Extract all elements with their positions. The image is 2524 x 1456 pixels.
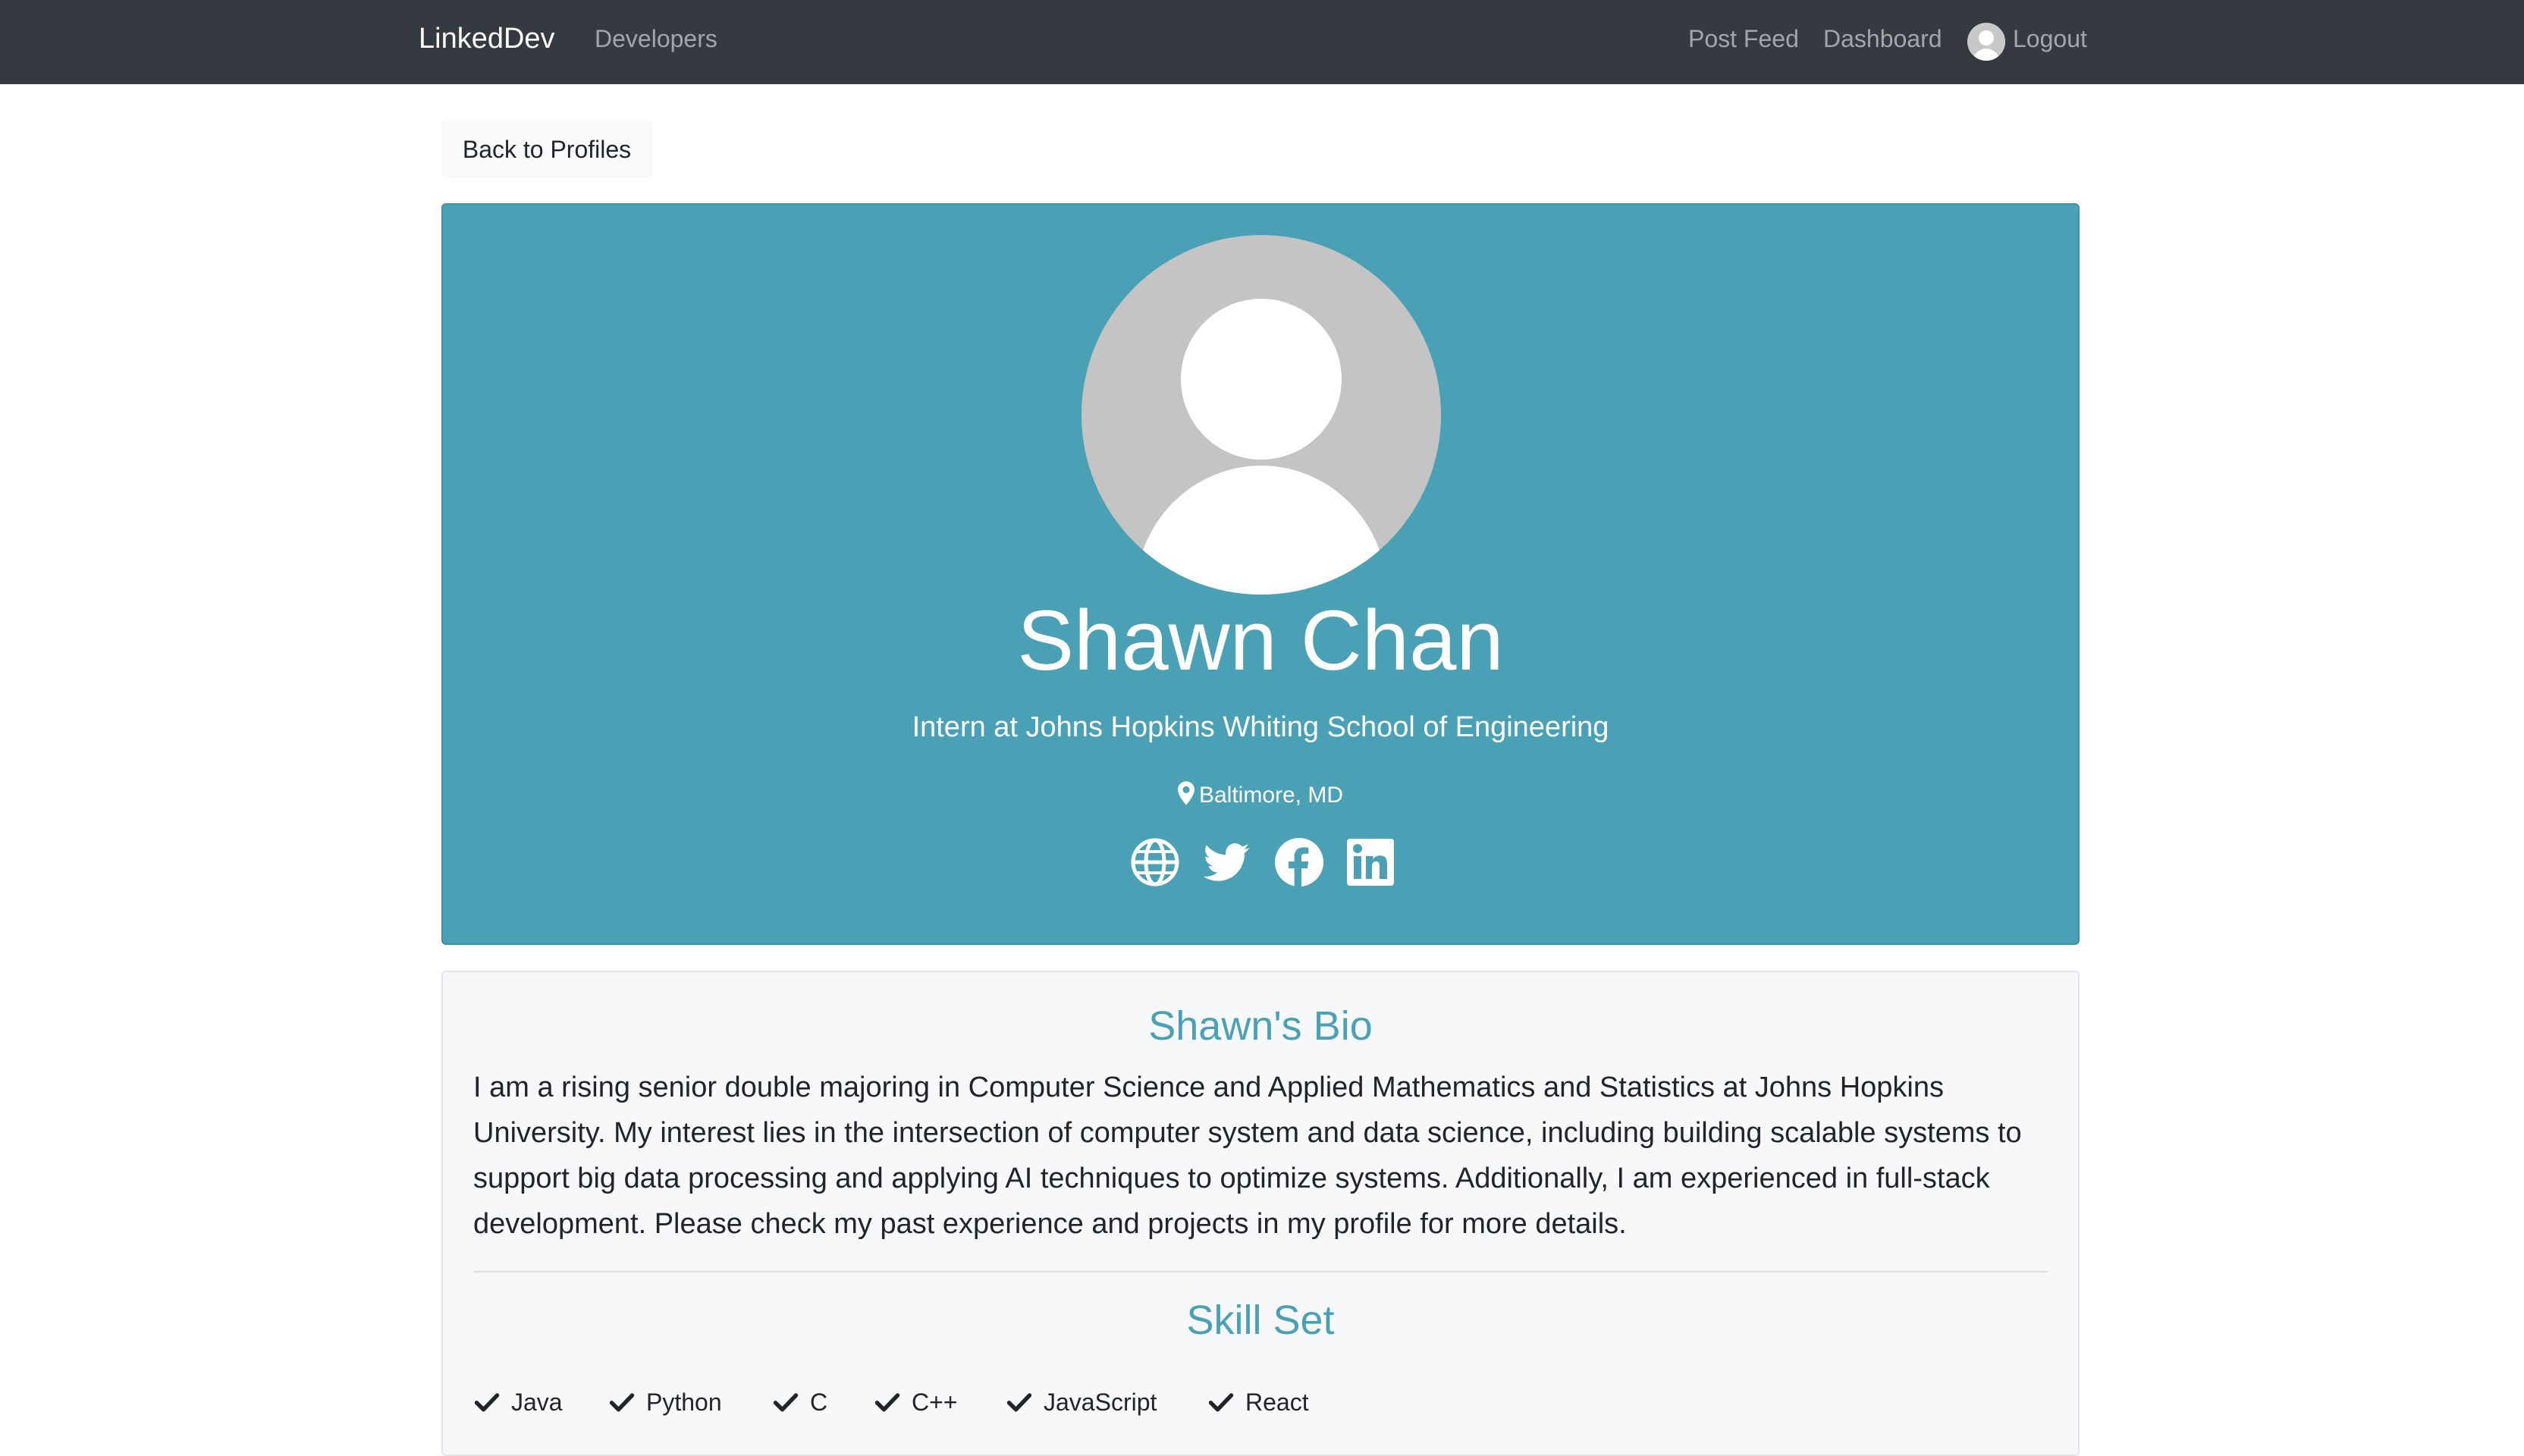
skill-item: Java <box>473 1385 563 1420</box>
bio-text: I am a rising senior double majoring in … <box>473 1065 2051 1247</box>
skill-label: Python <box>646 1388 722 1416</box>
skill-item: C++ <box>874 1385 957 1420</box>
bio-line: I am a rising senior double majoring in … <box>473 1072 1945 1103</box>
default-avatar-icon <box>1081 235 1441 595</box>
skill-item: React <box>1207 1385 1309 1420</box>
skills-heading: Skill Set <box>1186 1298 1335 1343</box>
profile-name: Shawn Chan <box>1017 593 1504 688</box>
skill-item: JavaScript <box>1006 1385 1157 1420</box>
skill-label: C <box>810 1388 828 1416</box>
twitter-icon[interactable] <box>1201 837 1251 887</box>
nav-post-feed-link[interactable]: Post Feed <box>1688 25 1799 53</box>
user-avatar-icon[interactable] <box>1967 23 2005 61</box>
nav-logout-link[interactable]: Logout <box>2013 25 2087 53</box>
profile-location: Baltimore, MD <box>441 781 2080 808</box>
profile-avatar <box>1081 235 1441 595</box>
facebook-icon[interactable] <box>1274 837 1324 887</box>
brand-logo-link[interactable]: LinkedDev <box>419 23 555 55</box>
skill-label: React <box>1245 1388 1309 1416</box>
back-to-profiles-button[interactable]: Back to Profiles <box>441 121 652 178</box>
skill-item: Python <box>608 1385 722 1420</box>
bio-heading: Shawn's Bio <box>1148 1003 1373 1049</box>
location-text: Baltimore, MD <box>1198 783 1344 808</box>
check-icon <box>474 1393 500 1412</box>
skill-label: C++ <box>912 1388 958 1416</box>
check-icon <box>874 1393 900 1412</box>
nav-developers-link[interactable]: Developers <box>595 25 717 53</box>
social-links <box>1130 837 1395 887</box>
check-icon <box>1208 1393 1234 1412</box>
section-divider <box>473 1271 2048 1272</box>
linkedin-icon[interactable] <box>1345 837 1395 887</box>
profile-job-title: Intern at Johns Hopkins Whiting School o… <box>912 711 1609 743</box>
check-icon <box>1006 1393 1032 1412</box>
skill-label: Java <box>511 1388 563 1416</box>
skill-item: C <box>772 1385 827 1420</box>
bio-line: University. My interest lies in the inte… <box>473 1117 2022 1149</box>
skill-label: JavaScript <box>1044 1388 1157 1416</box>
bio-line: development. Please check my past experi… <box>473 1208 1627 1240</box>
nav-dashboard-link[interactable]: Dashboard <box>1823 25 1942 53</box>
globe-icon[interactable] <box>1130 837 1180 887</box>
check-icon <box>609 1393 635 1412</box>
check-icon <box>773 1393 799 1412</box>
bio-line: support big data processing and applying… <box>473 1163 1990 1194</box>
top-navbar: LinkedDev Developers Post Feed Dashboard… <box>0 0 2524 84</box>
map-pin-icon <box>1177 781 1195 805</box>
